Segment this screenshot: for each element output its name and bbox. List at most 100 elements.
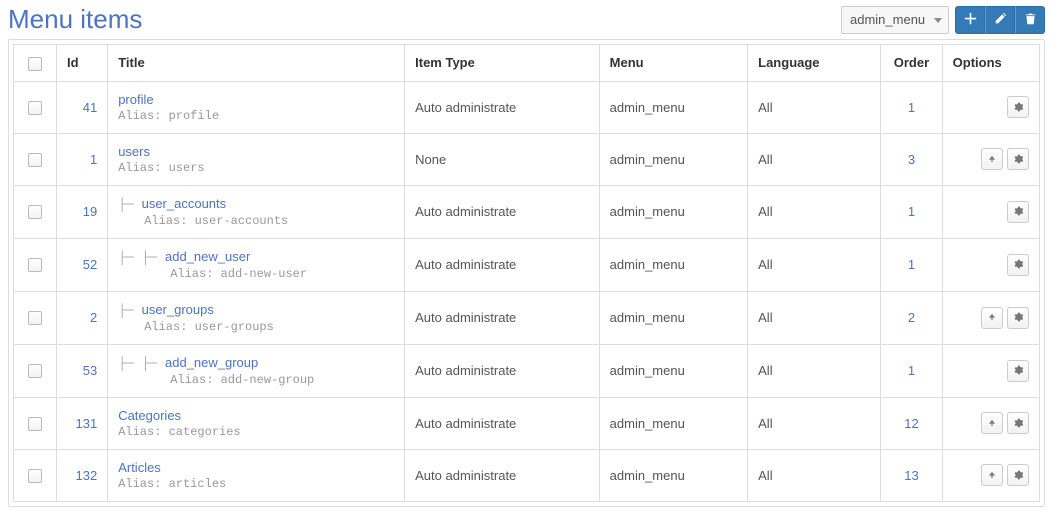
row-menu: admin_menu	[599, 291, 747, 344]
row-menu: admin_menu	[599, 133, 747, 185]
row-title-link[interactable]: Articles	[118, 460, 161, 475]
row-checkbox[interactable]	[28, 205, 42, 219]
row-options	[942, 81, 1039, 133]
row-menu: admin_menu	[599, 397, 747, 449]
row-id[interactable]: 41	[57, 81, 108, 133]
row-checkbox[interactable]	[28, 469, 42, 483]
trash-icon	[1024, 12, 1037, 28]
row-alias: Alias: user-groups	[118, 320, 394, 334]
row-id[interactable]: 53	[57, 344, 108, 397]
tree-prefix: ├─ ├─	[118, 250, 165, 265]
row-title-cell: usersAlias: users	[108, 133, 405, 185]
row-options	[942, 133, 1039, 185]
row-checkbox[interactable]	[28, 364, 42, 378]
settings-button[interactable]	[1007, 148, 1029, 170]
select-all-checkbox[interactable]	[28, 57, 42, 71]
arrow-up-icon	[987, 416, 997, 431]
row-alias: Alias: add-new-user	[118, 267, 394, 281]
move-up-button[interactable]	[981, 307, 1003, 329]
row-language: All	[748, 133, 881, 185]
row-title-link[interactable]: users	[118, 144, 150, 159]
row-menu: admin_menu	[599, 238, 747, 291]
col-options: Options	[942, 45, 1039, 82]
settings-button[interactable]	[1007, 254, 1029, 276]
row-id[interactable]: 131	[57, 397, 108, 449]
row-title-cell: Categories Alias: categories	[108, 397, 405, 449]
move-up-button[interactable]	[981, 148, 1003, 170]
row-language: All	[748, 291, 881, 344]
edit-button[interactable]	[985, 6, 1015, 34]
row-options	[942, 238, 1039, 291]
row-title-link[interactable]: user_accounts	[142, 196, 227, 211]
row-id[interactable]: 2	[57, 291, 108, 344]
row-id[interactable]: 52	[57, 238, 108, 291]
row-alias: Alias: add-new-group	[118, 373, 394, 387]
row-item-type: None	[405, 133, 600, 185]
row-order: 1	[881, 81, 942, 133]
col-menu[interactable]: Menu	[599, 45, 747, 82]
menu-items-table: Id Title Item Type Menu Language Order O…	[13, 44, 1040, 502]
row-language: All	[748, 81, 881, 133]
row-language: All	[748, 238, 881, 291]
settings-button[interactable]	[1007, 307, 1029, 329]
row-title-cell: ├─ user_groups Alias: user-groups	[108, 291, 405, 344]
settings-button[interactable]	[1007, 360, 1029, 382]
row-order: 13	[881, 449, 942, 501]
plus-icon	[964, 12, 977, 28]
row-alias: Alias: categories	[118, 425, 394, 439]
row-order: 1	[881, 344, 942, 397]
tree-prefix: ├─ ├─	[118, 356, 165, 371]
row-menu: admin_menu	[599, 449, 747, 501]
row-checkbox[interactable]	[28, 153, 42, 167]
row-title-link[interactable]: add_new_group	[165, 355, 258, 370]
gear-icon	[1013, 416, 1023, 431]
row-menu: admin_menu	[599, 344, 747, 397]
row-item-type: Auto administrate	[405, 397, 600, 449]
col-order[interactable]: Order	[881, 45, 942, 82]
row-order: 2	[881, 291, 942, 344]
row-checkbox[interactable]	[28, 311, 42, 325]
table-row: 19├─ user_accountsAlias: user-accountsAu…	[14, 185, 1040, 238]
arrow-up-icon	[987, 152, 997, 167]
col-item-type[interactable]: Item Type	[405, 45, 600, 82]
tree-prefix: ├─	[118, 303, 141, 318]
tree-prefix: ├─	[118, 197, 141, 212]
row-order: 3	[881, 133, 942, 185]
row-title-link[interactable]: user_groups	[142, 302, 214, 317]
col-id[interactable]: Id	[57, 45, 108, 82]
table-row: 132ArticlesAlias: articlesAuto administr…	[14, 449, 1040, 501]
row-checkbox[interactable]	[28, 417, 42, 431]
row-alias: Alias: profile	[118, 109, 394, 123]
delete-button[interactable]	[1015, 6, 1045, 34]
row-title-cell: ├─ ├─ add_new_group Alias: add-new-group	[108, 344, 405, 397]
row-title-link[interactable]: Categories	[118, 408, 181, 423]
settings-button[interactable]	[1007, 464, 1029, 486]
gear-icon	[1013, 363, 1023, 378]
row-title-link[interactable]: profile	[118, 92, 153, 107]
move-up-button[interactable]	[981, 464, 1003, 486]
row-title-cell: profile Alias: profile	[108, 81, 405, 133]
settings-button[interactable]	[1007, 96, 1029, 118]
row-title-cell: ArticlesAlias: articles	[108, 449, 405, 501]
add-button[interactable]	[955, 6, 985, 34]
row-language: All	[748, 344, 881, 397]
row-checkbox[interactable]	[28, 258, 42, 272]
row-options	[942, 291, 1039, 344]
row-id[interactable]: 19	[57, 185, 108, 238]
row-item-type: Auto administrate	[405, 238, 600, 291]
settings-button[interactable]	[1007, 412, 1029, 434]
col-language[interactable]: Language	[748, 45, 881, 82]
row-checkbox[interactable]	[28, 101, 42, 115]
settings-button[interactable]	[1007, 201, 1029, 223]
col-title[interactable]: Title	[108, 45, 405, 82]
row-title-link[interactable]: add_new_user	[165, 249, 250, 264]
row-order: 1	[881, 185, 942, 238]
menu-select[interactable]: admin_menu	[841, 6, 949, 34]
row-options	[942, 397, 1039, 449]
table-row: 2├─ user_groupsAlias: user-groupsAuto ad…	[14, 291, 1040, 344]
row-id[interactable]: 1	[57, 133, 108, 185]
row-id[interactable]: 132	[57, 449, 108, 501]
move-up-button[interactable]	[981, 412, 1003, 434]
row-order: 1	[881, 238, 942, 291]
table-row: 53 ├─ ├─ add_new_group Alias: add-new-grou…	[14, 344, 1040, 397]
